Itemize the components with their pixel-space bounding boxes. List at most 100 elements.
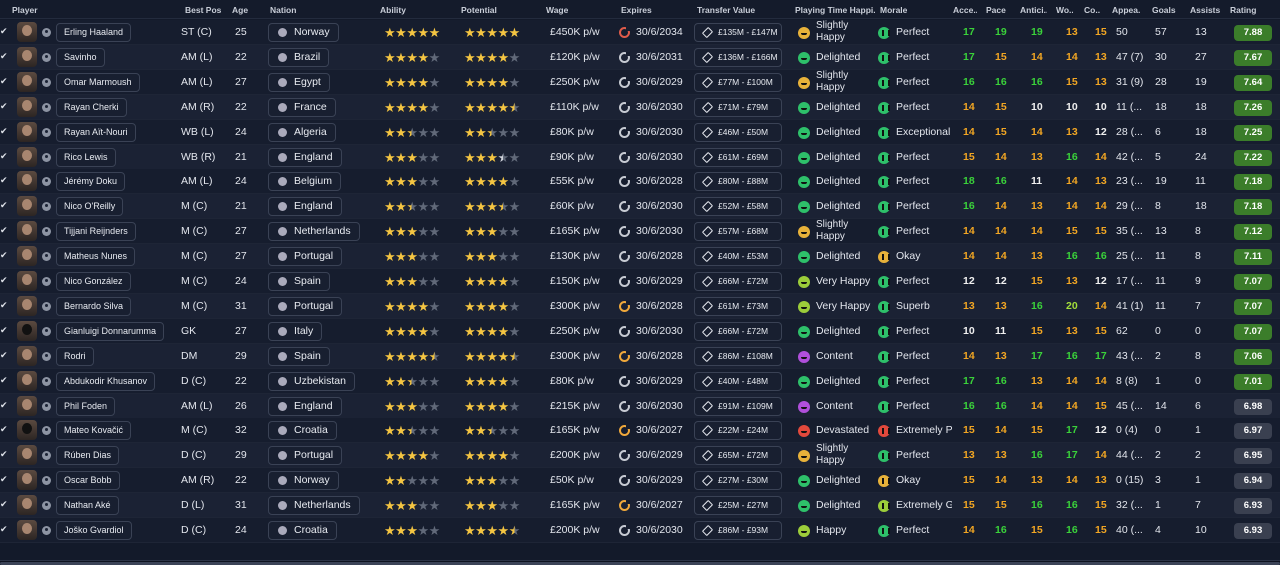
table-row[interactable]: ✔ Bernardo Silva M (C) 31 Portugal ★★★★★ ★★★★★… bbox=[0, 293, 1280, 319]
transfer-value[interactable]: £77M - £100M bbox=[694, 72, 782, 92]
person-icon[interactable] bbox=[42, 376, 51, 386]
player-name[interactable]: Joško Gvardiol bbox=[56, 521, 132, 540]
transfer-value[interactable]: £61M - £69M bbox=[694, 147, 782, 167]
check-icon[interactable]: ✔ bbox=[0, 201, 8, 210]
person-icon[interactable] bbox=[42, 501, 51, 511]
transfer-value[interactable]: £40M - £53M bbox=[694, 247, 782, 267]
col-composure[interactable]: Co... bbox=[1084, 5, 1100, 15]
transfer-value[interactable]: £46M - £50M bbox=[694, 122, 782, 142]
player-name[interactable]: Omar Marmoush bbox=[56, 72, 140, 92]
col-acceleration[interactable]: Acce... bbox=[953, 5, 977, 15]
person-icon[interactable] bbox=[42, 102, 51, 112]
check-icon[interactable]: ✔ bbox=[0, 325, 8, 335]
transfer-value[interactable]: £66M - £72M bbox=[694, 272, 782, 291]
person-icon[interactable] bbox=[42, 52, 51, 62]
person-icon[interactable] bbox=[42, 28, 51, 37]
nation-box[interactable]: Belgium bbox=[268, 172, 341, 192]
person-icon[interactable] bbox=[42, 202, 51, 212]
table-row[interactable]: ✔ Abdukodir Khusanov D (C) 22 Uzbekistan ★★★★… bbox=[0, 368, 1280, 394]
transfer-value[interactable]: £135M - £147M bbox=[694, 23, 782, 42]
col-appearances[interactable]: Appea... bbox=[1112, 5, 1140, 15]
nation-box[interactable]: Portugal bbox=[268, 446, 343, 466]
person-icon[interactable] bbox=[42, 476, 51, 486]
nation-box[interactable]: Algeria bbox=[268, 122, 336, 142]
col-work-rate[interactable]: Wo... bbox=[1056, 5, 1073, 15]
person-icon[interactable] bbox=[42, 277, 51, 286]
player-name[interactable]: Abdukodir Khusanov bbox=[56, 371, 156, 391]
table-row[interactable]: ✔ Joško Gvardiol D (C) 24 Croatia ★★★★★ ★★★★★ £… bbox=[0, 518, 1280, 543]
nation-box[interactable]: Portugal bbox=[268, 296, 343, 316]
table-row[interactable]: ✔ Savinho AM (L) 22 Brazil ★★★★★ ★★★★★ £120K p/… bbox=[0, 44, 1280, 70]
table-row[interactable]: ✔ Matheus Nunes M (C) 27 Portugal ★★★★★ ★★★★★ £… bbox=[0, 244, 1280, 270]
col-goals[interactable]: Goals bbox=[1152, 5, 1176, 15]
nation-box[interactable]: England bbox=[268, 147, 342, 167]
person-icon[interactable] bbox=[42, 177, 51, 187]
person-icon[interactable] bbox=[42, 127, 51, 137]
table-row[interactable]: ✔ Mateo Kovačić M (C) 32 Croatia ★★★★★ ★★★★★ £1… bbox=[0, 418, 1280, 444]
nation-box[interactable]: Spain bbox=[268, 346, 330, 366]
table-row[interactable]: ✔ Omar Marmoush AM (L) 27 Egypt ★★★★★ ★★★★★ £25… bbox=[0, 69, 1280, 95]
check-icon[interactable]: ✔ bbox=[0, 475, 8, 484]
horizontal-scrollbar[interactable] bbox=[0, 560, 1280, 565]
table-row[interactable]: ✔ Rico Lewis WB (R) 21 England ★★★★★ ★★★★★ £90K… bbox=[0, 144, 1280, 170]
person-icon[interactable] bbox=[42, 152, 51, 162]
person-icon[interactable] bbox=[42, 526, 51, 535]
check-icon[interactable]: ✔ bbox=[0, 350, 8, 360]
table-row[interactable]: ✔ Erling Haaland ST (C) 25 Norway ★★★★★ ★★★★★ £… bbox=[0, 20, 1280, 45]
nation-box[interactable]: Brazil bbox=[268, 47, 330, 67]
player-name[interactable]: Rayan Aït-Nouri bbox=[56, 122, 136, 142]
check-icon[interactable]: ✔ bbox=[0, 425, 8, 434]
table-row[interactable]: ✔ Tijjani Reijnders M (C) 27 Netherlands ★★★★… bbox=[0, 219, 1280, 245]
transfer-value[interactable]: £91M - £109M bbox=[694, 396, 782, 416]
player-name[interactable]: Mateo Kovačić bbox=[56, 421, 132, 441]
table-row[interactable]: ✔ Nico González M (C) 24 Spain ★★★★★ ★★★★★ £150… bbox=[0, 269, 1280, 294]
player-name[interactable]: Jérémy Doku bbox=[56, 172, 126, 192]
col-age[interactable]: Age bbox=[232, 5, 248, 15]
transfer-value[interactable]: £22M - £24M bbox=[694, 421, 782, 441]
check-icon[interactable]: ✔ bbox=[0, 251, 8, 260]
player-name[interactable]: Bernardo Silva bbox=[56, 296, 132, 316]
table-row[interactable]: ✔ Rodri DM 29 Spain ★★★★★ ★★★★★ £300K p/w 30/6/2… bbox=[0, 343, 1280, 369]
nation-box[interactable]: Norway bbox=[268, 23, 339, 42]
check-icon[interactable]: ✔ bbox=[0, 101, 8, 111]
nation-box[interactable]: Norway bbox=[268, 471, 339, 491]
col-nation[interactable]: Nation bbox=[270, 5, 296, 15]
check-icon[interactable]: ✔ bbox=[0, 176, 8, 185]
person-icon[interactable] bbox=[42, 227, 51, 237]
check-icon[interactable]: ✔ bbox=[0, 400, 8, 410]
nation-box[interactable]: Netherlands bbox=[268, 222, 360, 242]
col-transfer-value[interactable]: Transfer Value bbox=[697, 5, 755, 15]
check-icon[interactable]: ✔ bbox=[0, 450, 8, 459]
col-potential[interactable]: Potential bbox=[461, 5, 497, 15]
col-anticipation[interactable]: Antici... bbox=[1020, 5, 1047, 15]
player-name[interactable]: Nico O'Reilly bbox=[56, 197, 124, 217]
nation-box[interactable]: France bbox=[268, 97, 336, 117]
nation-box[interactable]: Italy bbox=[268, 321, 323, 341]
player-name[interactable]: Rayan Cherki bbox=[56, 97, 127, 117]
check-icon[interactable]: ✔ bbox=[0, 375, 8, 385]
player-name[interactable]: Nico González bbox=[56, 272, 131, 291]
nation-box[interactable]: England bbox=[268, 396, 342, 416]
transfer-value[interactable]: £57M - £68M bbox=[694, 222, 782, 242]
col-pace[interactable]: Pace bbox=[986, 5, 1006, 15]
table-row[interactable]: ✔ Phil Foden AM (L) 26 England ★★★★★ ★★★★★ £215… bbox=[0, 393, 1280, 419]
player-name[interactable]: Nathan Aké bbox=[56, 496, 119, 516]
player-name[interactable]: Matheus Nunes bbox=[56, 247, 136, 267]
nation-box[interactable]: England bbox=[268, 197, 342, 217]
person-icon[interactable] bbox=[42, 351, 51, 361]
check-icon[interactable]: ✔ bbox=[0, 276, 8, 285]
check-icon[interactable]: ✔ bbox=[0, 226, 8, 235]
person-icon[interactable] bbox=[42, 252, 51, 262]
col-player[interactable]: Player bbox=[12, 5, 38, 15]
nation-box[interactable]: Netherlands bbox=[268, 496, 360, 516]
col-wage[interactable]: Wage bbox=[546, 5, 568, 15]
transfer-value[interactable]: £61M - £73M bbox=[694, 296, 782, 316]
col-morale[interactable]: Morale bbox=[880, 5, 907, 15]
nation-box[interactable]: Egypt bbox=[268, 72, 330, 92]
transfer-value[interactable]: £71M - £79M bbox=[694, 97, 782, 117]
person-icon[interactable] bbox=[42, 451, 51, 461]
person-icon[interactable] bbox=[42, 301, 51, 311]
col-ability[interactable]: Ability bbox=[380, 5, 406, 15]
player-name[interactable]: Rúben Dias bbox=[56, 446, 120, 466]
check-icon[interactable]: ✔ bbox=[0, 525, 8, 534]
